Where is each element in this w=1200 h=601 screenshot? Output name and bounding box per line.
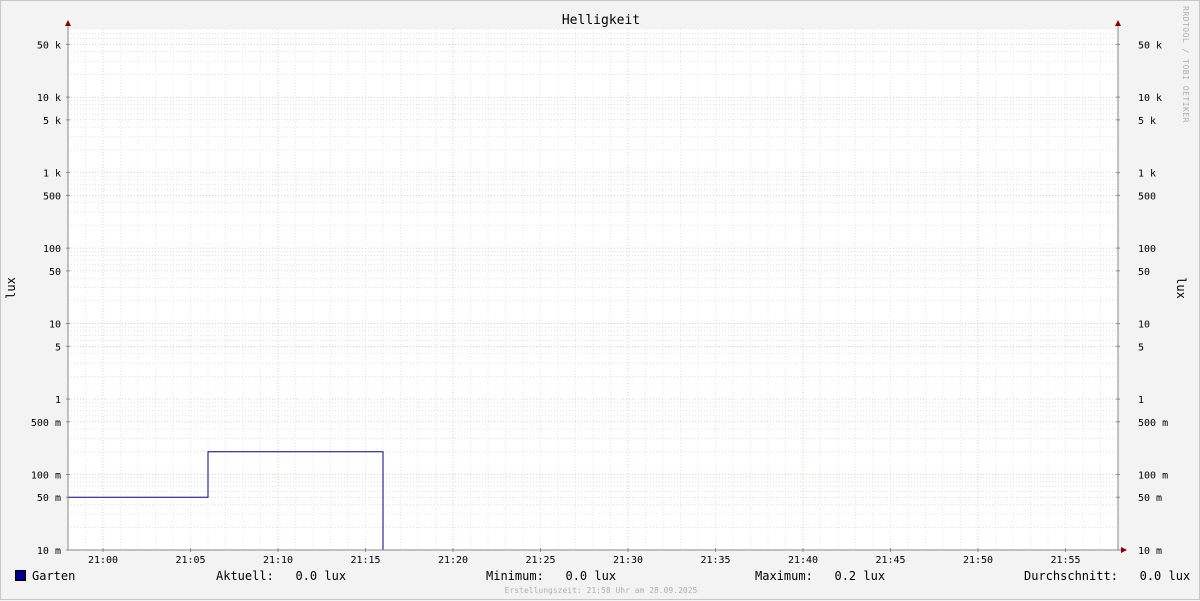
legend-minimum: Minimum: 0.0 lux <box>486 569 616 583</box>
x-tick-label: 21:45 <box>875 555 905 566</box>
y-tick-label-right: 10 <box>1138 320 1150 331</box>
x-tick-label: 21:20 <box>438 555 468 566</box>
rrdtool-watermark: RRDTOOL / TOBI OETIKER <box>1181 6 1190 123</box>
y-tick-label-left: 100 <box>43 244 61 255</box>
y-tick-label-right: 100 m <box>1138 471 1168 482</box>
y-tick-label-right: 50 k <box>1138 40 1162 51</box>
x-tick-label: 21:55 <box>1050 555 1080 566</box>
x-tick-label: 21:25 <box>525 555 555 566</box>
y-tick-label-left: 10 m <box>37 546 61 557</box>
x-tick-label: 21:35 <box>700 555 730 566</box>
legend-durchschnitt-label: Durchschnitt: <box>1024 569 1118 583</box>
y-tick-label-right: 50 <box>1138 267 1150 278</box>
y-tick-label-right: 1 k <box>1138 169 1156 180</box>
x-tick-label: 21:30 <box>613 555 643 566</box>
y-tick-label-right: 5 <box>1138 342 1144 353</box>
x-tick-label: 21:15 <box>350 555 380 566</box>
y-tick-label-left: 5 k <box>43 116 61 127</box>
y-tick-label-left: 500 m <box>31 418 61 429</box>
legend-series: Garten <box>15 569 75 583</box>
legend-minimum-label: Minimum: <box>486 569 544 583</box>
x-tick-label: 21:05 <box>175 555 205 566</box>
legend-series-name: Garten <box>32 569 76 583</box>
y-tick-label-right: 10 k <box>1138 93 1162 104</box>
legend-minimum-value: 0.0 lux <box>565 569 617 583</box>
legend-maximum: Maximum: 0.2 lux <box>755 569 885 583</box>
y-tick-label-left: 50 k <box>37 40 61 51</box>
y-tick-label-left: 1 <box>55 395 61 406</box>
y-axis-label-right: lux <box>1174 277 1188 299</box>
y-tick-label-left: 1 k <box>43 169 61 180</box>
y-tick-label-left: 10 k <box>37 93 61 104</box>
y-axis-label-left: lux <box>4 277 18 299</box>
x-tick-label: 21:00 <box>88 555 118 566</box>
legend-swatch <box>15 570 26 581</box>
y-tick-label-left: 10 <box>49 320 61 331</box>
legend-aktuell-value: 0.0 lux <box>295 569 347 583</box>
legend-durchschnitt: Durchschnitt: 0.0 lux <box>1024 569 1190 583</box>
legend-durchschnitt-value: 0.0 lux <box>1139 569 1191 583</box>
y-tick-label-right: 100 <box>1138 244 1156 255</box>
y-tick-label-left: 500 <box>43 191 61 202</box>
y-tick-label-left: 50 m <box>37 493 61 504</box>
creation-time-footer: Erstellungszeit: 21:58 Uhr am 28.09.2025 <box>504 586 698 595</box>
y-tick-label-right: 500 m <box>1138 418 1168 429</box>
x-tick-label: 21:40 <box>788 555 818 566</box>
y-axis-arrow-left <box>65 20 71 26</box>
legend-maximum-value: 0.2 lux <box>834 569 886 583</box>
y-tick-label-left: 5 <box>55 342 61 353</box>
y-tick-label-left: 50 <box>49 267 61 278</box>
chart-title: Helligkeit <box>562 13 640 28</box>
legend-aktuell: Aktuell: 0.0 lux <box>216 569 346 583</box>
legend-aktuell-label: Aktuell: <box>216 569 274 583</box>
y-tick-label-right: 50 m <box>1138 493 1162 504</box>
x-axis-arrow <box>1121 547 1127 553</box>
y-tick-label-left: 100 m <box>31 471 61 482</box>
x-tick-label: 21:10 <box>263 555 293 566</box>
y-tick-label-right: 1 <box>1138 395 1144 406</box>
chart-svg: 50 k 50 k 10 k 10 k 5 k 5 k 1 k 1 k 500 500 100 100… <box>4 13 1188 566</box>
x-tick-label: 21:50 <box>963 555 993 566</box>
y-tick-label-right: 10 m <box>1138 546 1162 557</box>
chart-frame: 50 k 50 k 10 k 10 k5 k5 k1 k1 k 500 500 100 100… <box>0 0 1200 600</box>
y-tick-label-right: 5 k <box>1138 116 1156 127</box>
y-axis-arrow-right <box>1115 20 1121 26</box>
legend-maximum-label: Maximum: <box>755 569 813 583</box>
y-tick-label-right: 500 <box>1138 191 1156 202</box>
